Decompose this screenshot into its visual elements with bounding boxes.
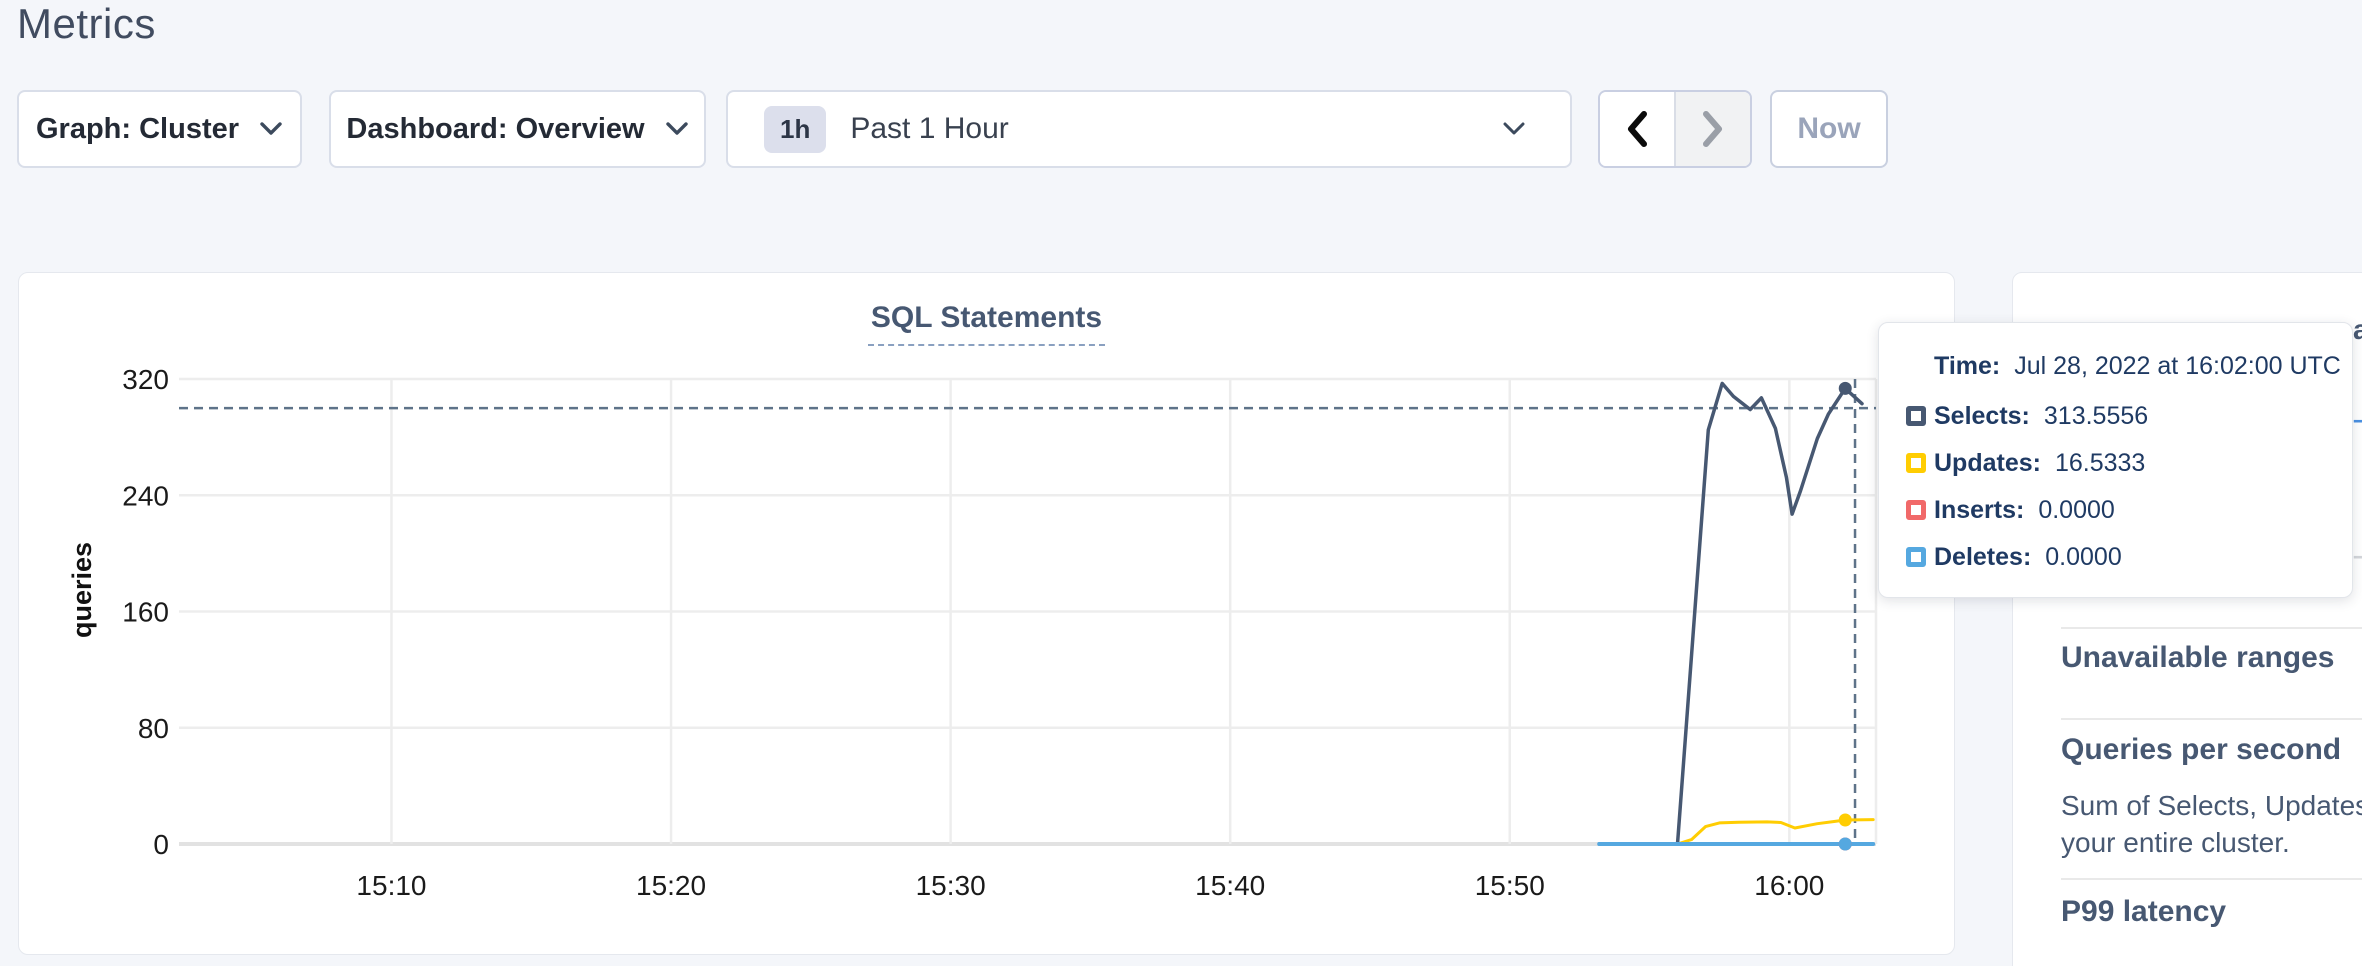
clipped-text-fragment: –	[2353, 540, 2362, 571]
svg-text:15:50: 15:50	[1475, 870, 1545, 901]
svg-text:15:40: 15:40	[1195, 870, 1265, 901]
time-range-badge: 1h	[764, 106, 826, 153]
graph-scope-label: Graph: Cluster	[36, 113, 239, 146]
sidebar-entry-description-line1: Sum of Selects, Updates, Inser	[2061, 787, 2362, 824]
sidebar-entry-p99-latency: P99 latency	[2061, 895, 2362, 929]
next-range-button-disabled[interactable]	[1676, 92, 1750, 166]
divider	[2061, 718, 2362, 720]
dashboard-dropdown[interactable]: Dashboard: Overview	[329, 90, 706, 168]
chevron-down-icon	[259, 121, 283, 137]
time-range-label: Past 1 Hour	[850, 112, 1008, 146]
page-title: Metrics	[17, 0, 156, 48]
chevron-right-icon	[1700, 109, 1726, 149]
tooltip-updates-label: Updates:	[1934, 449, 2041, 478]
svg-text:80: 80	[138, 713, 169, 744]
svg-text:240: 240	[122, 480, 169, 511]
tooltip-updates-value: 16.5333	[2055, 449, 2145, 478]
tooltip-inserts-row: Inserts: 0.0000	[1906, 497, 2115, 523]
tooltip-updates-row: Updates: 16.5333	[1906, 450, 2145, 476]
svg-text:15:20: 15:20	[636, 870, 706, 901]
sidebar-entry-queries-per-second: Queries per second	[2061, 733, 2362, 767]
tooltip-time-label: Time:	[1934, 352, 2000, 381]
chevron-down-icon	[665, 121, 689, 137]
tooltip-selects-label: Selects:	[1934, 402, 2030, 431]
svg-text:queries: queries	[67, 542, 97, 638]
svg-text:160: 160	[122, 597, 169, 628]
tooltip-inserts-value: 0.0000	[2038, 496, 2114, 525]
time-range-pager	[1598, 90, 1752, 168]
inserts-swatch-icon	[1906, 500, 1926, 520]
chart-hover-tooltip: Time: Jul 28, 2022 at 16:02:00 UTC Selec…	[1878, 322, 2353, 598]
prev-range-button[interactable]	[1600, 92, 1676, 166]
tooltip-selects-value: 313.5556	[2044, 402, 2148, 431]
clipped-text-fragment: –	[2353, 404, 2362, 435]
tooltip-deletes-label: Deletes:	[1934, 543, 2031, 572]
tooltip-time-value: Jul 28, 2022 at 16:02:00 UTC	[2014, 352, 2341, 381]
tooltip-inserts-label: Inserts:	[1934, 496, 2024, 525]
metrics-page: Metrics Graph: Cluster Dashboard: Overvi…	[0, 0, 2362, 966]
updates-swatch-icon	[1906, 453, 1926, 473]
svg-text:16:00: 16:00	[1754, 870, 1824, 901]
sql-statements-card: SQL Statements 08016024032015:1015:2015:…	[18, 272, 1955, 955]
graph-scope-dropdown[interactable]: Graph: Cluster	[17, 90, 302, 168]
svg-text:15:10: 15:10	[356, 870, 426, 901]
divider	[2061, 627, 2362, 629]
svg-text:0: 0	[153, 829, 169, 860]
tooltip-selects-row: Selects: 313.5556	[1906, 403, 2148, 429]
now-button[interactable]: Now	[1770, 90, 1888, 168]
sql-statements-chart[interactable]: 0 80 160 240 320 15:10 15:20 15:30 15:40 15:50 16:…	[19, 273, 1956, 956]
chevron-down-icon	[1502, 121, 1526, 137]
tooltip-deletes-value: 0.0000	[2045, 543, 2121, 572]
tooltip-time-row: Time: Jul 28, 2022 at 16:02:00 UTC	[1934, 353, 2341, 379]
sidebar-entry-unavailable-ranges: Unavailable ranges	[2061, 641, 2362, 675]
svg-text:320: 320	[122, 364, 169, 395]
selects-swatch-icon	[1906, 406, 1926, 426]
chevron-left-icon	[1624, 109, 1650, 149]
clipped-text-fragment: a	[2353, 314, 2362, 346]
sidebar-entry-description-line2: your entire cluster.	[2061, 824, 2362, 861]
deletes-swatch-icon	[1906, 547, 1926, 567]
dashboard-label: Dashboard: Overview	[346, 113, 644, 146]
divider	[2061, 878, 2362, 880]
time-range-selector[interactable]: 1h Past 1 Hour	[726, 90, 1572, 168]
svg-text:15:30: 15:30	[916, 870, 986, 901]
tooltip-deletes-row: Deletes: 0.0000	[1906, 544, 2122, 570]
